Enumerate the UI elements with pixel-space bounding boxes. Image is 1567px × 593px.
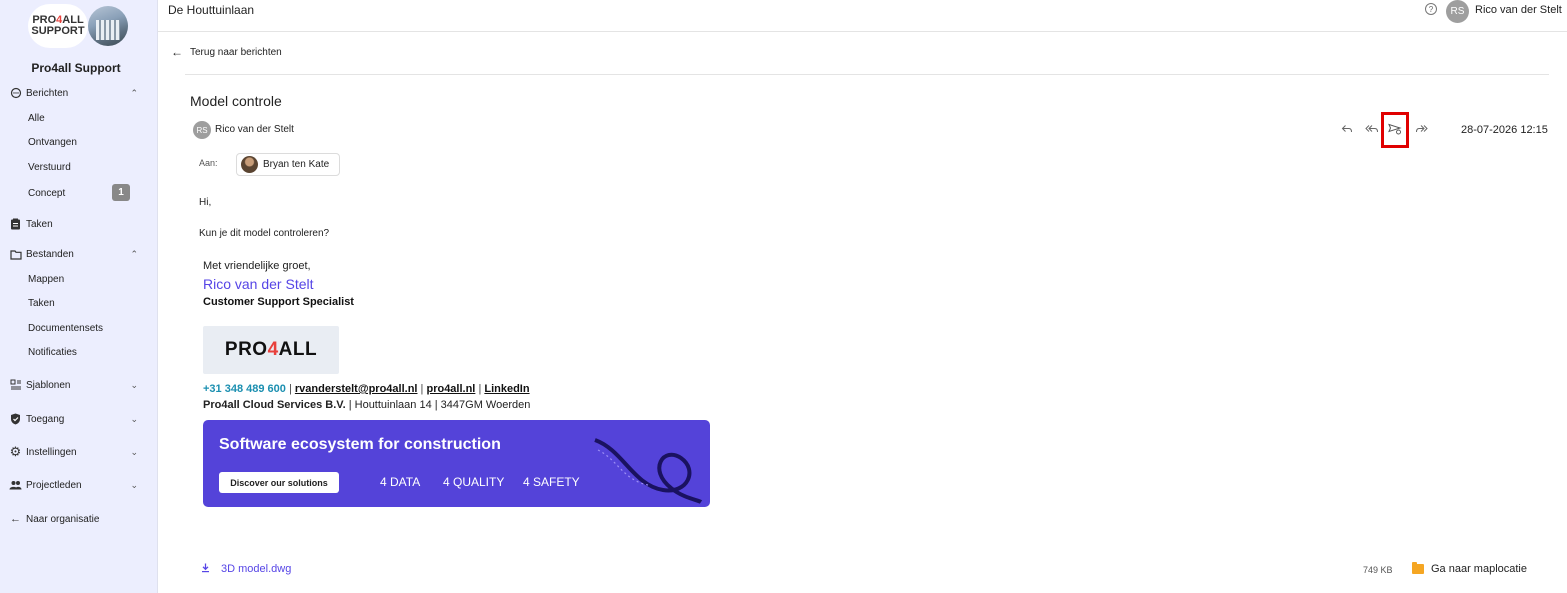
nav-projectleden[interactable]: Projectleden ⌄ bbox=[9, 475, 144, 495]
logo-badge: PRO4ALL SUPPORT bbox=[28, 4, 88, 48]
user-avatar[interactable]: RS bbox=[1446, 0, 1469, 23]
sidebar-item-ontvangen[interactable]: Ontvangen bbox=[28, 133, 138, 151]
org-name: Pro4all Support bbox=[31, 61, 121, 75]
nav-toegang[interactable]: Toegang ⌄ bbox=[9, 409, 144, 429]
signature-website-link[interactable]: pro4all.nl bbox=[426, 383, 475, 395]
org-logo[interactable]: PRO4ALL SUPPORT bbox=[28, 4, 128, 48]
reply-all-icon[interactable] bbox=[1364, 121, 1380, 137]
nav-projectleden-label: Projectleden bbox=[26, 479, 82, 491]
concept-count-badge: 1 bbox=[112, 184, 130, 201]
pro4all-logo: PRO 4 ALL bbox=[203, 326, 339, 374]
help-icon[interactable]: ? bbox=[1425, 3, 1437, 15]
banner-tag-quality: 4 QUALITY bbox=[443, 475, 505, 489]
clipboard-icon bbox=[9, 218, 22, 231]
chevron-up-icon[interactable]: ⌃ bbox=[130, 249, 138, 260]
recipient-avatar bbox=[241, 156, 258, 173]
sidebar-item-concept-label: Concept bbox=[28, 187, 66, 199]
nav-taken-label: Taken bbox=[26, 218, 53, 230]
nav-naar-organisatie-label: Naar organisatie bbox=[26, 513, 100, 525]
signature-contacts: +31 348 489 600 | rvanderstelt@pro4all.n… bbox=[203, 383, 530, 395]
discover-solutions-button[interactable]: Discover our solutions bbox=[219, 472, 339, 493]
forward-icon[interactable] bbox=[1414, 121, 1430, 137]
sidebar-item-verstuurd[interactable]: Verstuurd bbox=[28, 158, 138, 176]
user-name[interactable]: Rico van der Stelt bbox=[1475, 4, 1562, 16]
signature-name: Rico van der Stelt bbox=[203, 276, 314, 292]
chat-icon bbox=[9, 87, 22, 100]
attachment-name[interactable]: 3D model.dwg bbox=[221, 563, 291, 575]
signature-title: Customer Support Specialist bbox=[203, 296, 354, 308]
chevron-down-icon[interactable]: ⌄ bbox=[130, 480, 138, 491]
swirl-graphic bbox=[594, 438, 703, 504]
arrow-left-icon: ← bbox=[171, 45, 183, 59]
divider bbox=[185, 74, 1549, 75]
nav-instellingen[interactable]: ⚙ Instellingen ⌄ bbox=[9, 442, 144, 462]
sidebar-item-documentensets[interactable]: Documentensets bbox=[28, 319, 138, 337]
logo-text-line2: SUPPORT bbox=[31, 25, 85, 37]
signature-greeting: Met vriendelijke groet, bbox=[203, 260, 311, 272]
back-to-messages-link[interactable]: ← Terug naar berichten bbox=[171, 45, 282, 59]
message-subject: Model controle bbox=[190, 93, 282, 109]
message-date: 28-07-2026 12:15 bbox=[1461, 124, 1548, 136]
sidebar-item-alle[interactable]: Alle bbox=[28, 109, 138, 127]
recipient-name: Bryan ten Kate bbox=[263, 159, 330, 170]
top-bar: De Houttuinlaan ? RS Rico van der Stelt bbox=[158, 0, 1567, 32]
gear-icon: ⚙ bbox=[9, 444, 22, 459]
sender-avatar: RS bbox=[193, 121, 211, 139]
nav-sjablonen-label: Sjablonen bbox=[26, 379, 71, 391]
template-icon bbox=[9, 379, 22, 392]
nav-berichten-label: Berichten bbox=[26, 87, 69, 99]
nav-naar-organisatie[interactable]: ← Naar organisatie bbox=[9, 509, 144, 529]
nav-toegang-label: Toegang bbox=[26, 413, 65, 425]
folder-icon bbox=[9, 248, 22, 261]
arrow-left-icon: ← bbox=[10, 513, 21, 525]
signature-email-link[interactable]: rvanderstelt@pro4all.nl bbox=[295, 383, 418, 395]
shield-icon bbox=[9, 413, 22, 426]
nav-berichten[interactable]: Berichten ⌃ bbox=[9, 83, 144, 103]
reply-icon[interactable] bbox=[1339, 121, 1355, 137]
body-line: Kun je dit model controleren? bbox=[199, 228, 330, 239]
project-title: De Houttuinlaan bbox=[168, 3, 255, 17]
goto-folder-link[interactable]: Ga naar maplocatie bbox=[1431, 563, 1527, 575]
nav-sjablonen[interactable]: Sjablonen ⌄ bbox=[9, 375, 144, 395]
sidebar-item-notificaties[interactable]: Notificaties bbox=[28, 343, 138, 361]
banner-title: Software ecosystem for construction bbox=[219, 436, 501, 453]
sidebar-item-taken[interactable]: Taken bbox=[28, 294, 138, 312]
highlight-box bbox=[1381, 112, 1409, 148]
back-label: Terug naar berichten bbox=[190, 46, 282, 58]
recipient-chip[interactable]: Bryan ten Kate bbox=[236, 153, 340, 176]
sidebar: PRO4ALL SUPPORT Pro4all Support Berichte… bbox=[0, 0, 158, 593]
signature-company: Pro4all Cloud Services B.V. | Houttuinla… bbox=[203, 399, 531, 411]
to-label: Aan: bbox=[199, 158, 218, 168]
attachment-size: 749 KB bbox=[1363, 565, 1393, 575]
building-photo bbox=[88, 6, 128, 46]
banner-tag-safety: 4 SAFETY bbox=[523, 475, 580, 489]
chevron-down-icon[interactable]: ⌄ bbox=[130, 380, 138, 391]
sidebar-item-mappen[interactable]: Mappen bbox=[28, 270, 138, 288]
nav-instellingen-label: Instellingen bbox=[26, 446, 77, 458]
folder-icon[interactable] bbox=[1412, 562, 1424, 574]
signature-linkedin-link[interactable]: LinkedIn bbox=[484, 383, 529, 395]
promo-banner[interactable]: Software ecosystem for construction Disc… bbox=[203, 420, 710, 507]
sender-name: Rico van der Stelt bbox=[215, 124, 294, 135]
nav-bestanden[interactable]: Bestanden ⌃ bbox=[9, 244, 144, 264]
people-icon bbox=[9, 479, 22, 492]
sidebar-item-concept[interactable]: Concept 1 bbox=[28, 184, 138, 202]
chevron-down-icon[interactable]: ⌄ bbox=[130, 447, 138, 458]
nav-bestanden-label: Bestanden bbox=[26, 248, 74, 260]
nav-taken[interactable]: Taken bbox=[9, 214, 144, 234]
body-greeting: Hi, bbox=[199, 197, 212, 208]
signature-phone[interactable]: +31 348 489 600 bbox=[203, 383, 286, 395]
chevron-down-icon[interactable]: ⌄ bbox=[130, 414, 138, 425]
banner-tag-data: 4 DATA bbox=[380, 475, 421, 489]
chevron-up-icon[interactable]: ⌃ bbox=[130, 88, 138, 99]
download-icon[interactable] bbox=[201, 563, 210, 576]
